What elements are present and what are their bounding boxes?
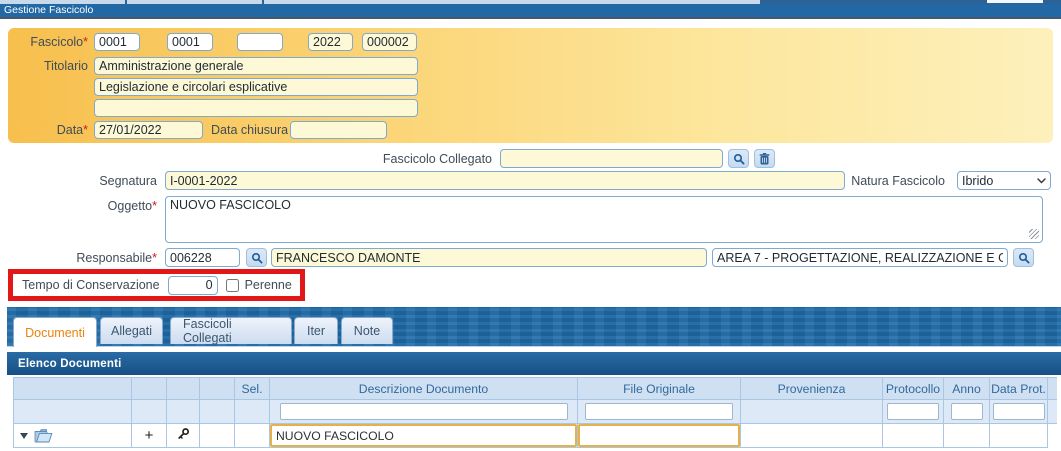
table-header-row: Sel. Descrizione Documento File Original… — [14, 378, 1057, 400]
cell-anno — [944, 424, 990, 448]
tab-fascicoli-collegati[interactable]: Fascicoli Collegati — [170, 317, 292, 344]
cell-data-prot — [990, 424, 1048, 448]
fascicolo-label: Fascicolo* — [8, 35, 88, 49]
col-protocollo: Protocollo — [883, 378, 944, 400]
col-descrizione: Descrizione Documento — [270, 378, 578, 400]
chevron-down-icon — [1037, 178, 1046, 184]
gestione-fascicolo-window: Gestione Fascicolo Fascicolo* Titolario … — [0, 0, 1061, 451]
filter-anno-input[interactable] — [951, 403, 983, 420]
perenne-checkbox[interactable] — [226, 279, 239, 292]
responsabile-struttura-input[interactable] — [712, 248, 1008, 267]
col-data-prot: Data Prot. — [990, 378, 1048, 400]
data-input[interactable] — [94, 121, 203, 139]
tab-iter[interactable]: Iter — [294, 317, 338, 344]
fascicolo-collegato-label: Fascicolo Collegato — [300, 152, 492, 166]
col-spacer — [1048, 378, 1057, 400]
col-anno: Anno — [944, 378, 990, 400]
col-sel: Sel. — [235, 378, 270, 400]
fascicolo-collegato-search-button[interactable] — [728, 149, 749, 168]
titolario-label: Titolario — [8, 59, 88, 73]
filter-row — [14, 400, 1057, 424]
filter-data-prot-input[interactable] — [993, 403, 1045, 420]
responsabile-search-button[interactable] — [246, 248, 267, 267]
key-icon[interactable] — [177, 428, 190, 441]
table-row: + NUOVO FASCICOLO — [14, 424, 1057, 448]
folder-icon[interactable] — [34, 428, 53, 443]
add-document-icon[interactable]: + — [145, 427, 154, 444]
title-divider — [0, 17, 1061, 19]
data-label: Data* — [8, 123, 88, 137]
fascicolo-number-input[interactable] — [362, 33, 417, 51]
filter-descrizione-input[interactable] — [280, 403, 568, 420]
tab-bar — [7, 307, 1061, 346]
fascicolo-year-input[interactable] — [308, 33, 353, 51]
responsabile-label: Responsabile* — [38, 251, 157, 265]
cell-provenienza — [741, 424, 883, 448]
cell-descrizione[interactable]: NUOVO FASCICOLO — [270, 424, 578, 448]
tab-note[interactable]: Note — [341, 317, 393, 344]
oggetto-label: Oggetto* — [60, 199, 157, 213]
tempo-conservazione-label: Tempo di Conservazione — [22, 278, 160, 292]
perenne-label: Perenne — [245, 278, 292, 292]
fascicolo-part3-input[interactable] — [237, 33, 283, 51]
col-key — [167, 378, 200, 400]
responsabile-name-input[interactable] — [271, 248, 707, 267]
cell-protocollo — [883, 424, 944, 448]
elenco-documenti-title: Elenco Documenti — [7, 358, 122, 370]
titolario-level2-input[interactable] — [94, 78, 418, 96]
toolbar-segment — [987, 0, 1043, 3]
search-icon — [251, 252, 263, 264]
filter-file-originale-input[interactable] — [585, 403, 733, 420]
textarea-resize-grip[interactable] — [1029, 229, 1039, 239]
col-file-originale: File Originale — [578, 378, 741, 400]
fascicolo-collegato-input[interactable] — [500, 149, 723, 168]
documents-table: Sel. Descrizione Documento File Original… — [13, 377, 1057, 448]
cell-file-originale[interactable] — [578, 424, 741, 448]
data-chiusura-input[interactable] — [290, 121, 387, 139]
filter-protocollo-input[interactable] — [887, 403, 939, 420]
titolario-level1-input[interactable] — [94, 57, 418, 75]
fascicolo-header-panel: Fascicolo* Titolario Data* Data chiusura — [8, 28, 1053, 143]
titolario-level3-input[interactable] — [94, 99, 418, 117]
search-icon — [733, 153, 745, 165]
fascicolo-part2-input[interactable] — [167, 33, 213, 51]
col-provenienza: Provenienza — [741, 378, 883, 400]
col-add — [132, 378, 167, 400]
search-icon — [1018, 252, 1030, 264]
natura-fascicolo-label: Natura Fascicolo — [849, 174, 945, 188]
tab-documenti[interactable]: Documenti — [13, 317, 97, 347]
tempo-conservazione-input[interactable] — [168, 276, 218, 295]
tempo-conservazione-highlight: Tempo di Conservazione Perenne — [8, 269, 305, 301]
struttura-search-button[interactable] — [1013, 248, 1034, 267]
natura-fascicolo-select[interactable]: Ibrido — [957, 171, 1051, 190]
segnatura-input[interactable] — [165, 171, 845, 190]
data-chiusura-label: Data chiusura — [201, 123, 271, 137]
responsabile-code-input[interactable] — [165, 248, 240, 267]
tab-allegati[interactable]: Allegati — [100, 317, 163, 344]
oggetto-textarea[interactable]: NUOVO FASCICOLO — [165, 196, 1043, 243]
trash-icon — [759, 153, 770, 165]
fascicolo-collegato-delete-button[interactable] — [754, 149, 775, 168]
col-misc — [200, 378, 235, 400]
fascicolo-part1-input[interactable] — [94, 33, 140, 51]
expand-caret-icon[interactable] — [20, 433, 28, 439]
page-title: Gestione Fascicolo — [0, 4, 1061, 17]
elenco-documenti-header: Elenco Documenti — [7, 352, 1061, 375]
segnatura-label: Segnatura — [60, 174, 157, 188]
col-expand — [14, 378, 132, 400]
